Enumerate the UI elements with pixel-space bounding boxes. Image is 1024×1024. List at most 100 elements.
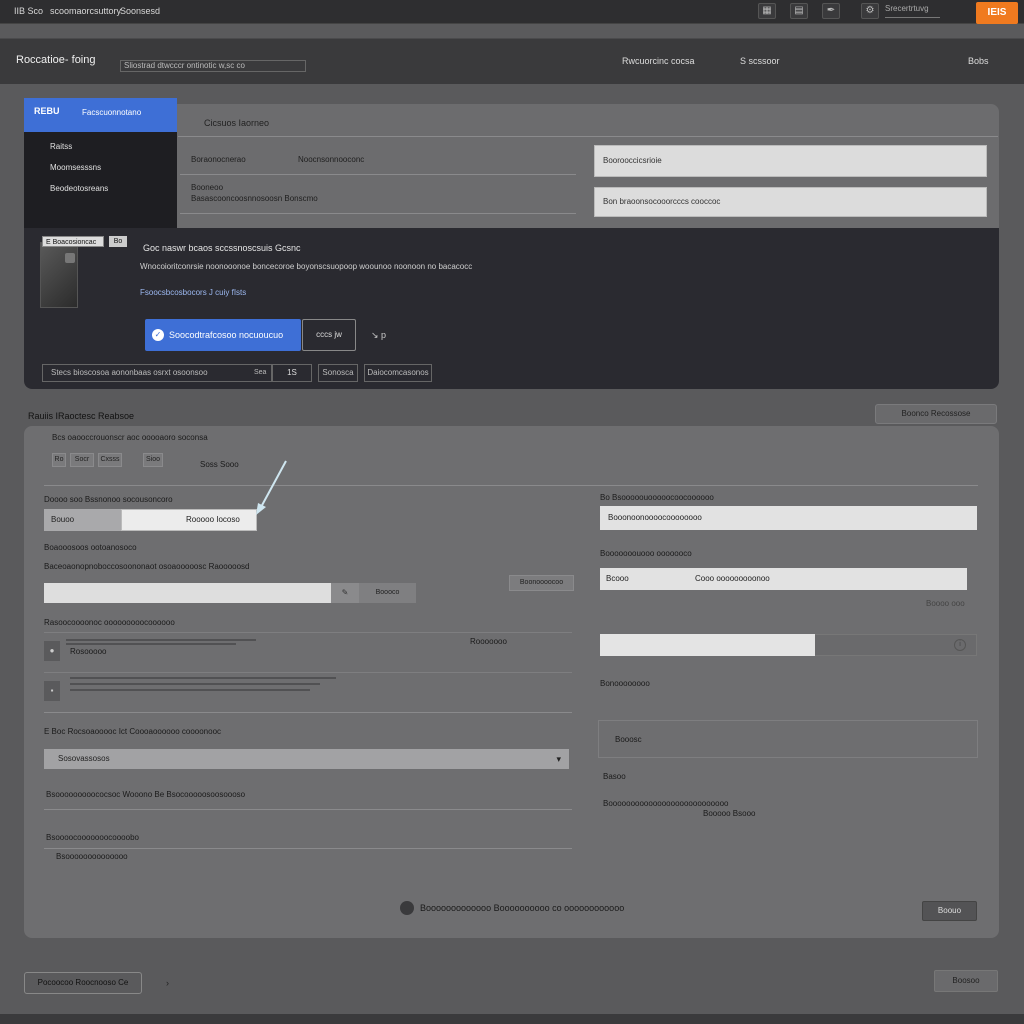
- bottom-field-label: Bsoooocooooooocoooobo: [46, 833, 139, 842]
- footer-back-button[interactable]: Pocoocoo Roocnooso Ce: [24, 972, 142, 994]
- field-prefix: Bouoo: [44, 509, 122, 531]
- promo-description: Wnocoioritconrsie noonooonoe boncecoroe …: [140, 262, 473, 271]
- bottom-strip: [0, 1014, 1024, 1024]
- promo-page-indicator[interactable]: 1S: [272, 364, 312, 382]
- text-field-1[interactable]: Rooooo Iocoso: [121, 509, 257, 531]
- row-divider: [180, 213, 576, 214]
- right-info-box: Booosc: [598, 720, 978, 758]
- form-submit-button[interactable]: Boouo: [922, 901, 977, 921]
- row-divider: [180, 174, 576, 175]
- field-label-2: Boaooosoos ootoanosoco: [44, 543, 137, 552]
- wrench-icon[interactable]: ✒: [822, 3, 840, 19]
- form-divider: [44, 809, 572, 810]
- field-label-1: Doooo soo Bssnonoo socousoncoro: [44, 495, 173, 504]
- mini-button-3[interactable]: Cxsss: [98, 453, 122, 467]
- top-menu[interactable]: Soonsesd: [120, 6, 160, 16]
- promo-button-1[interactable]: Sonosca: [318, 364, 358, 382]
- sidebar-item-3[interactable]: Beodeotosreans: [50, 184, 108, 193]
- header-link-3[interactable]: Bobs: [968, 56, 989, 66]
- tab-divider: [178, 136, 998, 137]
- field-label-3: Baceoaonopnoboccosoononaot osoaooooosc R…: [44, 562, 250, 571]
- right-input-2[interactable]: Bcooo Cooo ooooooooonoo: [600, 568, 967, 590]
- arrow-icon: ↘ p: [371, 330, 387, 340]
- text-field-2[interactable]: [44, 583, 331, 603]
- promo-badge-small: Bo: [109, 236, 127, 247]
- footer-next-button[interactable]: Boosoo: [934, 970, 998, 992]
- settings-icon[interactable]: ⚙: [861, 3, 879, 19]
- upper-input-2[interactable]: Bon braoonsocooorcccs cooccoc: [594, 187, 987, 217]
- mini-button-4[interactable]: Sioo: [143, 453, 163, 467]
- dropdown-select[interactable]: Sosovassosos ▾: [44, 749, 569, 769]
- info-icon[interactable]: i: [954, 639, 966, 651]
- top-search-field[interactable]: Srecertrtuvg: [885, 4, 940, 18]
- mini-button-2[interactable]: Socr: [70, 453, 94, 467]
- header-link-1[interactable]: Rwcuorcinc cocsa: [622, 56, 695, 66]
- promo-secondary-button[interactable]: cccs jw: [302, 319, 356, 351]
- field-button[interactable]: Boooco: [359, 583, 416, 603]
- right-label-3: Bonoooooooo: [600, 679, 650, 688]
- checkbox-label[interactable]: Bsooooooooococsoc Wooono Be Bsocooooosoo…: [46, 790, 245, 799]
- list-divider: [44, 712, 572, 713]
- right-hint: Boooo ooo: [926, 599, 965, 608]
- list-item-icon: ▪: [44, 681, 60, 701]
- page-title: Roccatioe- foing: [16, 54, 96, 66]
- mini-button-1[interactable]: Ro: [52, 453, 66, 467]
- right-small-1: Basoo: [603, 772, 626, 781]
- upper-input-1[interactable]: Boorooccicsrioie: [594, 145, 987, 177]
- dropdown-value: Sosovassosos: [58, 754, 110, 763]
- list-item[interactable]: ● Rosooooo Rooooooo: [44, 632, 572, 672]
- sidebar-item-1[interactable]: Raitss: [50, 142, 72, 151]
- list-header: Rasoocoooonoc ooooooooocoooooo: [44, 618, 175, 627]
- header-tag: Sliostrad dtwcccr ontinotic w,sc co: [120, 60, 306, 72]
- promo-search-bar[interactable]: Stecs bioscosoa aononbaas osrxt osoonsoo: [42, 364, 272, 382]
- promo-bar-suffix: Sea: [254, 369, 267, 376]
- app-name: IIB Sco: [14, 6, 44, 16]
- list-item[interactable]: ▪: [44, 672, 572, 712]
- promo-cta-button[interactable]: ✓ Soocodtrafcosoo nocuoucuo: [145, 319, 301, 351]
- right-box-text: Booosc: [615, 735, 642, 744]
- header-link-2[interactable]: S scssoor: [740, 56, 780, 66]
- chevron-down-icon: ▾: [556, 754, 561, 764]
- right-input-1[interactable]: Booonoonoooocoooooooo: [600, 506, 977, 530]
- sidebar-item-active[interactable]: REBU Facscuonnotano: [24, 98, 177, 132]
- right-input-2-value: Cooo ooooooooonoo: [695, 574, 770, 583]
- form-header: Bcs oaooccrouonscr aoc ooooaoro soconsa: [52, 433, 208, 442]
- bottom-action-label: Booooooooooooo Boooooooooo co oooooooooo…: [420, 903, 625, 913]
- promo-badge: E Boacosioncac: [42, 236, 104, 247]
- list-item-sub: Rosooooo: [70, 647, 107, 656]
- row-2-col-b: Basascooncoosnnosoosn Bonscmo: [191, 194, 318, 203]
- promo-link[interactable]: Fsoocsbcosbocors J cuiy fIsts: [140, 288, 246, 297]
- bottom-action-link[interactable]: Booooooooooooo Boooooooooo co oooooooooo…: [400, 901, 625, 915]
- right-label-2: Booooooouooo ooooooco: [600, 549, 692, 558]
- bottom-field-sub: Bsoooooooooooooo: [56, 852, 128, 861]
- device-image: [40, 242, 78, 308]
- mini-text: Soss Sooo: [200, 460, 239, 469]
- pointer-icon: [256, 460, 287, 515]
- edit-icon[interactable]: ✎: [331, 583, 359, 603]
- promo-cta-label: Soocodtrafcosoo nocuoucuo: [169, 330, 284, 340]
- sidebar-item-2[interactable]: Moomsesssns: [50, 163, 101, 172]
- progress-fill: [600, 634, 815, 656]
- grid-icon[interactable]: ▦: [758, 3, 776, 19]
- primary-top-button[interactable]: IEIS: [976, 2, 1018, 24]
- check-icon: ✓: [152, 329, 164, 341]
- promo-title: Goc naswr bcaos sccssnoscsuis Gcsnc: [143, 243, 301, 253]
- info-icon: [400, 901, 414, 915]
- promo-button-2[interactable]: Daiocomcasonos: [364, 364, 432, 382]
- sidebar-active-short: REBU: [34, 106, 60, 116]
- table-icon[interactable]: ▤: [790, 3, 808, 19]
- list-item-icon: ●: [44, 641, 60, 661]
- side-button[interactable]: Boonoooocoo: [509, 575, 574, 591]
- row-2-col-a: Booneoo: [191, 183, 224, 192]
- right-input-2-label: Bcooo: [606, 574, 629, 583]
- app-subtitle: scoomaorcsuttory: [50, 6, 122, 16]
- row-1-col-b: Noocnsonnooconc: [298, 155, 365, 164]
- list-item-right: Rooooooo: [470, 637, 507, 646]
- form-divider: [44, 485, 978, 486]
- right-label-1: Bo Bsooooouooooocoocoooooo: [600, 493, 714, 502]
- right-small-2: Booooooooooooooooooooooooooo: [603, 799, 729, 808]
- tab-label[interactable]: Cicsuos Iaorneo: [204, 118, 269, 128]
- section-action-button[interactable]: Boonco Recossose: [875, 404, 997, 424]
- chevron-right-icon: ›: [166, 978, 169, 988]
- sidebar-active-label: Facscuonnotano: [82, 108, 142, 117]
